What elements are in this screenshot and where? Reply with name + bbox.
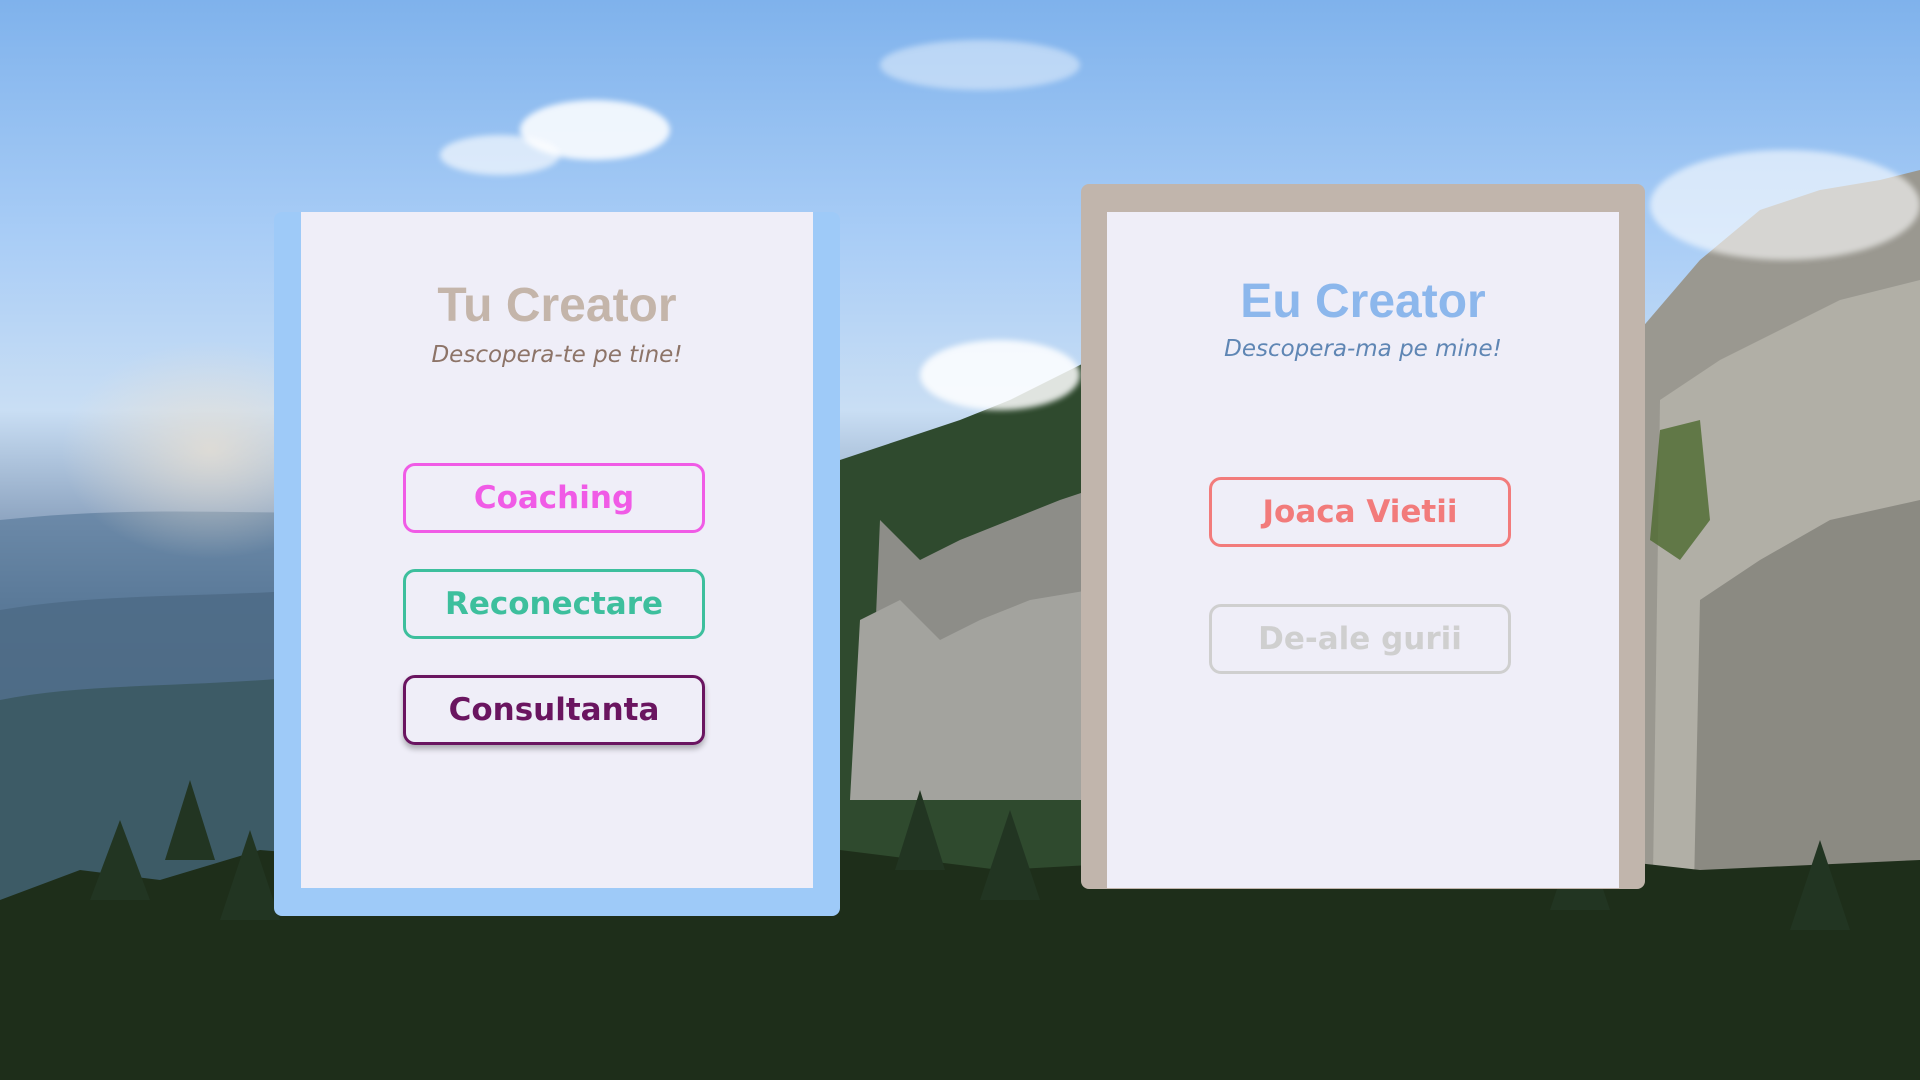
eu-creator-panel: Eu Creator Descopera-ma pe mine! Joaca V… xyxy=(1107,212,1619,888)
de-ale-gurii-button[interactable]: De-ale gurii xyxy=(1209,604,1511,674)
consultanta-button[interactable]: Consultanta xyxy=(403,675,705,745)
page-root: Tu Creator Descopera-te pe tine! Coachin… xyxy=(0,0,1920,1080)
cloud xyxy=(1650,150,1920,260)
reconectare-button[interactable]: Reconectare xyxy=(403,569,705,639)
cloud xyxy=(440,135,560,175)
coaching-button[interactable]: Coaching xyxy=(403,463,705,533)
panel-subtitle: Descopera-te pe tine! xyxy=(431,342,683,368)
cloud xyxy=(920,340,1080,410)
joaca-vietii-button[interactable]: Joaca Vietii xyxy=(1209,477,1511,547)
panel-title: Tu Creator xyxy=(437,279,677,332)
panel-subtitle: Descopera-ma pe mine! xyxy=(1224,336,1502,362)
panel-title: Eu Creator xyxy=(1240,275,1486,328)
tu-creator-panel: Tu Creator Descopera-te pe tine! Coachin… xyxy=(301,212,813,888)
cloud xyxy=(880,40,1080,90)
